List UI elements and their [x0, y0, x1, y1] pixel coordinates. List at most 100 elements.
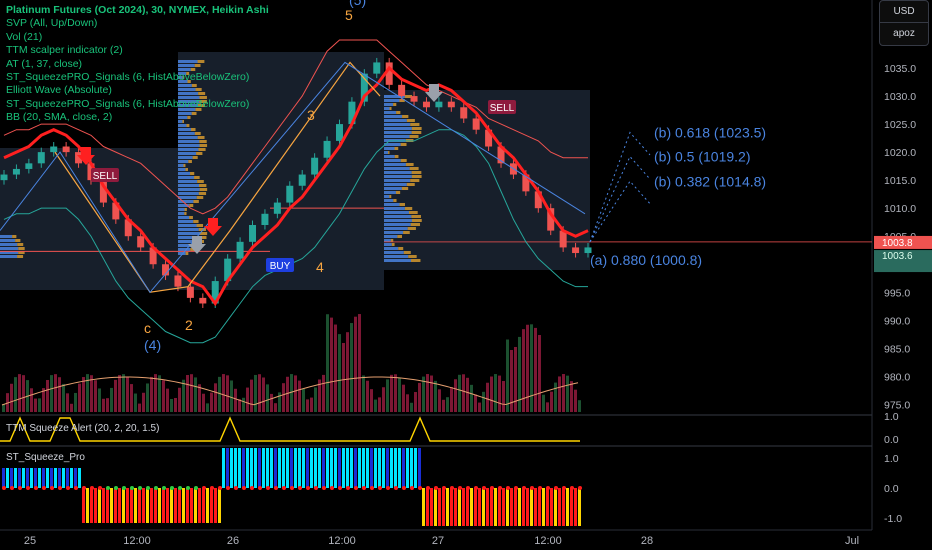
- volume-bar: [162, 380, 165, 412]
- squeeze-dot: [314, 486, 318, 490]
- svp-bar: [393, 103, 397, 106]
- svp-bar: [411, 171, 422, 174]
- volume-bar: [214, 383, 217, 412]
- volume-bar: [406, 394, 409, 412]
- squeeze-dot: [546, 486, 550, 490]
- volume-bar: [454, 379, 457, 412]
- time-tick-label: 26: [227, 535, 239, 547]
- currency-selector[interactable]: USD apoz: [879, 0, 929, 46]
- volume-bar: [66, 393, 69, 412]
- time-tick-label: 12:00: [123, 535, 151, 547]
- legend-indicator[interactable]: SVP (All, Up/Down): [6, 17, 269, 30]
- svp-bar: [384, 131, 412, 134]
- svp-bar: [384, 115, 403, 118]
- pro-axis-label: 0.0: [884, 483, 899, 495]
- squeeze-dot: [394, 486, 398, 490]
- volume-bar: [522, 329, 525, 412]
- squeeze-pro-bar: [202, 488, 205, 523]
- svp-bar: [178, 224, 197, 227]
- volume-bar: [110, 387, 113, 412]
- candle-body: [472, 118, 480, 130]
- svp-bar: [384, 107, 390, 110]
- volume-bar: [82, 377, 85, 412]
- volume-bar: [90, 375, 93, 412]
- squeeze-pro-bar: [226, 448, 229, 488]
- svp-bar: [384, 251, 404, 254]
- squeeze-dot: [562, 486, 566, 490]
- alert-axis-label: 1.0: [884, 411, 899, 423]
- legend-indicator[interactable]: Vol (21): [6, 31, 269, 44]
- squeeze-pro-bar: [206, 488, 209, 523]
- svp-bar: [384, 127, 412, 130]
- squeeze-pro-bar: [146, 488, 149, 523]
- squeeze-pro-bar: [22, 468, 25, 488]
- squeeze-pro-bar: [298, 448, 301, 488]
- squeeze-dot: [458, 486, 462, 490]
- squeeze-dot: [482, 486, 486, 490]
- squeeze-pro-bar: [558, 488, 561, 526]
- unit-label[interactable]: apoz: [880, 23, 928, 44]
- squeeze-pro-bar: [170, 488, 173, 523]
- currency-label[interactable]: USD: [880, 1, 928, 23]
- squeeze-pro-bar: [530, 488, 533, 526]
- squeeze-pro-bar: [450, 488, 453, 526]
- volume-bar: [546, 402, 549, 412]
- svp-bar: [389, 107, 392, 110]
- legend-indicator[interactable]: BB (20, SMA, close, 2): [6, 111, 269, 124]
- price-tick-label: 985.0: [884, 343, 910, 355]
- signal-label: SELL: [93, 171, 118, 182]
- candle-body: [286, 185, 294, 203]
- candle-body: [199, 297, 207, 304]
- candle-body: [0, 174, 8, 181]
- svp-bar: [384, 191, 396, 194]
- volume-bar: [146, 383, 149, 412]
- squeeze-pro-bar: [510, 488, 513, 526]
- squeeze-pro-bar: [414, 448, 417, 488]
- svp-bar: [384, 223, 411, 226]
- squeeze-pro-bar: [174, 488, 177, 523]
- volume-bar: [54, 374, 57, 412]
- legend-indicator[interactable]: Elliott Wave (Absolute): [6, 84, 269, 97]
- svp-bar: [183, 164, 186, 167]
- volume-bar: [170, 398, 173, 412]
- svp-bar: [384, 147, 395, 150]
- svp-bar: [384, 243, 392, 246]
- squeeze-pro-bar: [150, 488, 153, 523]
- squeeze-dot: [210, 486, 214, 490]
- legend-indicator[interactable]: ST_SqueezePRO_Signals (6, HistAboveBelow…: [6, 98, 269, 111]
- volume-bar: [330, 317, 333, 412]
- squeeze-pro-bar: [302, 448, 305, 488]
- legend-indicator[interactable]: TTM scalper indicator (2): [6, 44, 269, 57]
- volume-bar: [490, 376, 493, 412]
- legend-indicator[interactable]: AT (1, 37, close): [6, 58, 269, 71]
- svp-bar: [384, 99, 400, 102]
- volume-bar: [566, 375, 569, 412]
- svp-bar: [384, 179, 411, 182]
- squeeze-pro-bar: [126, 488, 129, 523]
- volume-bar: [134, 393, 137, 412]
- svp-bar: [184, 212, 187, 215]
- volume-bar: [50, 375, 53, 412]
- candle-body: [186, 286, 194, 298]
- volume-bar: [398, 377, 401, 412]
- squeeze-dot: [266, 486, 270, 490]
- candle-body: [398, 84, 406, 97]
- time-tick-label: 27: [432, 535, 444, 547]
- volume-bar: [94, 380, 97, 412]
- svp-bar: [199, 184, 207, 187]
- squeeze-dot: [226, 486, 230, 490]
- time-tick-label: Jul: [845, 535, 859, 547]
- volume-bar: [178, 387, 181, 412]
- volume-bar: [254, 374, 257, 412]
- squeeze-pro-bar: [322, 448, 325, 488]
- volume-bar: [290, 374, 293, 412]
- squeeze-pro-bar: [250, 448, 253, 488]
- candle-body: [435, 101, 443, 108]
- time-tick-label: 12:00: [328, 535, 356, 547]
- squeeze-pro-bar: [30, 468, 33, 488]
- squeeze-pro-bar: [406, 448, 409, 488]
- legend-indicator[interactable]: ST_SqueezePRO_Signals (6, HistAboveBelow…: [6, 71, 269, 84]
- volume-bar: [346, 332, 349, 412]
- squeeze-pro-bar: [38, 468, 41, 488]
- squeeze-pro-bar: [106, 488, 109, 523]
